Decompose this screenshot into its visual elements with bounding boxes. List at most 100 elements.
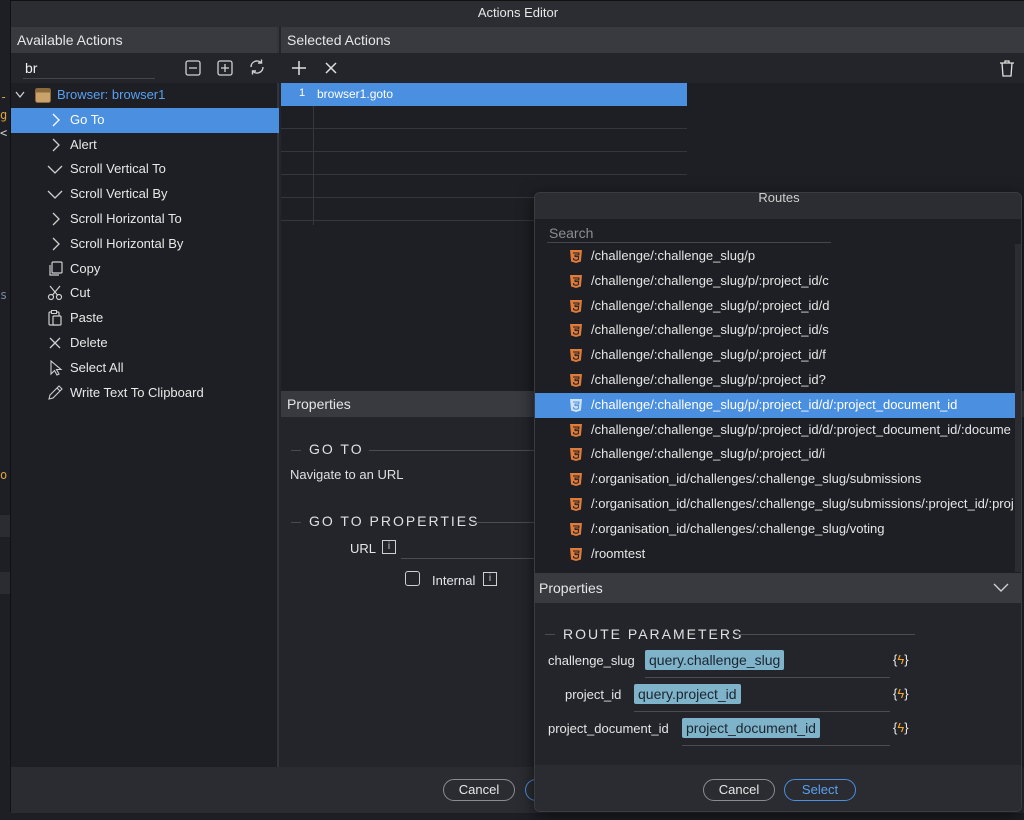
divider [737, 634, 915, 635]
empty-row [281, 106, 687, 129]
route-item[interactable]: /challenge/:challenge_slug/p/:project_id… [535, 418, 1015, 443]
chevron-down-icon [47, 165, 63, 175]
tree-item-scroll-horizontal-by[interactable]: Scroll Horizontal By [11, 232, 279, 257]
routes-scrollbar[interactable] [1015, 244, 1021, 572]
code-fragment: o [0, 468, 8, 482]
tree-item-copy[interactable]: Copy [11, 257, 279, 282]
internal-label: Internal [432, 573, 476, 588]
cancel-button[interactable]: Cancel [443, 779, 515, 801]
tree-item-scroll-horizontal-to[interactable]: Scroll Horizontal To [11, 207, 279, 232]
route-item[interactable]: /challenge/:challenge_slug/p/:project_id… [535, 368, 1015, 393]
tree-item-write-text-to-clipboard[interactable]: Write Text To Clipboard [11, 381, 279, 406]
selected-action-row[interactable]: 1 browser1.goto [281, 83, 687, 106]
trash-icon [1000, 60, 1014, 77]
bolt-icon[interactable]: {ϟ} [893, 652, 909, 667]
chevron-down-icon [47, 190, 63, 200]
tree-item-cut[interactable]: Cut [11, 281, 279, 306]
chevron-right-icon [52, 113, 60, 127]
route-item[interactable]: /challenge/:challenge_slug/p/:project_id… [535, 294, 1015, 319]
empty-row [281, 129, 687, 152]
route-path: /:organisation_id/challenges/:challenge_… [591, 520, 885, 536]
expand-icon [217, 60, 233, 76]
tree-item-paste[interactable]: Paste [11, 306, 279, 331]
route-path: /challenge/:challenge_slug/p/:project_id… [591, 297, 830, 313]
divider [369, 450, 539, 451]
param-value-chip[interactable]: query.challenge_slug [645, 650, 785, 670]
route-item[interactable]: /challenge/:challenge_slug/p [535, 244, 1015, 269]
action-description: Navigate to an URL [290, 467, 404, 482]
available-actions-header: Available Actions [11, 27, 277, 53]
refresh-button[interactable] [247, 57, 267, 77]
route-path: /:organisation_id/challenges/:challenge_… [591, 471, 922, 487]
code-fragment: - [0, 90, 8, 104]
route-path: /challenge/:challenge_slug/p/:project_id… [591, 272, 829, 288]
route-item[interactable]: /challenge/:challenge_slug/p/:project_id… [535, 269, 1015, 294]
expand-all-button[interactable] [215, 58, 235, 78]
input-underline [634, 711, 890, 712]
route-item[interactable]: /roomtest [535, 542, 1015, 567]
tree-item-label: Select All [70, 359, 124, 375]
html5-icon [570, 497, 582, 511]
html5-icon [570, 250, 582, 263]
route-item[interactable]: /challenge/:challenge_slug/p/:project_id… [535, 442, 1015, 467]
routes-dialog: Routes /challenge/:challenge_slug/p/chal… [534, 192, 1022, 812]
route-item[interactable]: /:organisation_id/challenges/:challenge_… [535, 517, 1015, 542]
tree-item-scroll-vertical-to[interactable]: Scroll Vertical To [11, 157, 279, 182]
divider [291, 522, 301, 523]
refresh-icon [250, 59, 264, 75]
input-underline [645, 677, 890, 678]
tree-item-label: Copy [70, 260, 101, 276]
tree-item-alert[interactable]: Alert [11, 133, 279, 158]
routes-search-input[interactable] [547, 223, 831, 243]
info-icon[interactable]: i [382, 540, 396, 554]
tree-item-label: Paste [70, 310, 104, 326]
code-fragment: g [0, 108, 8, 122]
actions-search-input[interactable] [23, 57, 155, 79]
internal-checkbox[interactable] [405, 571, 420, 586]
info-icon[interactable]: i [483, 572, 497, 586]
divider [545, 634, 555, 635]
tree-item-scroll-vertical-by[interactable]: Scroll Vertical By [11, 182, 279, 207]
route-item[interactable]: /challenge/:challenge_slug/p/:project_id… [535, 343, 1015, 368]
selected-actions-toolbar [281, 53, 1024, 83]
available-actions-toolbar [11, 53, 279, 83]
scissors-icon [47, 285, 63, 301]
route-item[interactable]: /challenge/:challenge_slug/p/:project_id… [535, 392, 1015, 418]
tree-group-browser[interactable]: Browser: browser1 [11, 83, 279, 108]
param-value-chip[interactable]: query.project_id [634, 684, 741, 704]
html5-icon [570, 423, 582, 437]
code-fragment: < [0, 126, 8, 140]
route-item[interactable]: /:organisation_id/challenges/:challenge_… [535, 467, 1015, 492]
html5-icon [570, 274, 582, 288]
routes-cancel-button[interactable]: Cancel [703, 779, 775, 801]
routes-select-button[interactable]: Select [784, 779, 856, 801]
route-path: /challenge/:challenge_slug/p/:project_id… [591, 446, 826, 462]
url-label: URL [350, 541, 377, 556]
route-item[interactable]: /:organisation_id/challenges/:challenge_… [535, 492, 1015, 517]
available-actions-panel: Available Actions Browser: browser1 Go T… [11, 27, 279, 767]
bolt-icon[interactable]: {ϟ} [893, 720, 909, 735]
section-title-go-to: GO TO [309, 441, 364, 457]
route-path: /challenge/:challenge_slug/p/:project_id… [591, 396, 958, 412]
cursor-icon [50, 359, 63, 376]
row-index: 1 [299, 87, 306, 99]
collapse-all-button[interactable] [183, 58, 203, 78]
delete-all-button[interactable] [997, 58, 1017, 78]
route-path: /:organisation_id/challenges/:challenge_… [591, 495, 1014, 511]
tree-item-delete[interactable]: Delete [11, 331, 279, 356]
tree-item-label: Write Text To Clipboard [70, 384, 204, 400]
tree-item-label: Go To [70, 111, 105, 127]
tree-item-go-to[interactable]: Go To [11, 107, 279, 133]
tree-item-select-all[interactable]: Select All [11, 356, 279, 381]
remove-action-button[interactable] [321, 58, 341, 78]
param-value-chip[interactable]: project_document_id [682, 718, 820, 738]
route-item[interactable]: /challenge/:challenge_slug/p/:project_id… [535, 318, 1015, 343]
tree-item-label: Cut [70, 285, 91, 301]
routes-title: Routes [535, 193, 1021, 219]
add-action-button[interactable] [289, 58, 309, 78]
url-input[interactable] [401, 558, 541, 559]
chevron-down-icon[interactable] [993, 583, 1009, 593]
route-path: /challenge/:challenge_slug/p [591, 248, 756, 263]
bolt-icon[interactable]: {ϟ} [893, 686, 909, 701]
html5-icon [570, 522, 582, 536]
